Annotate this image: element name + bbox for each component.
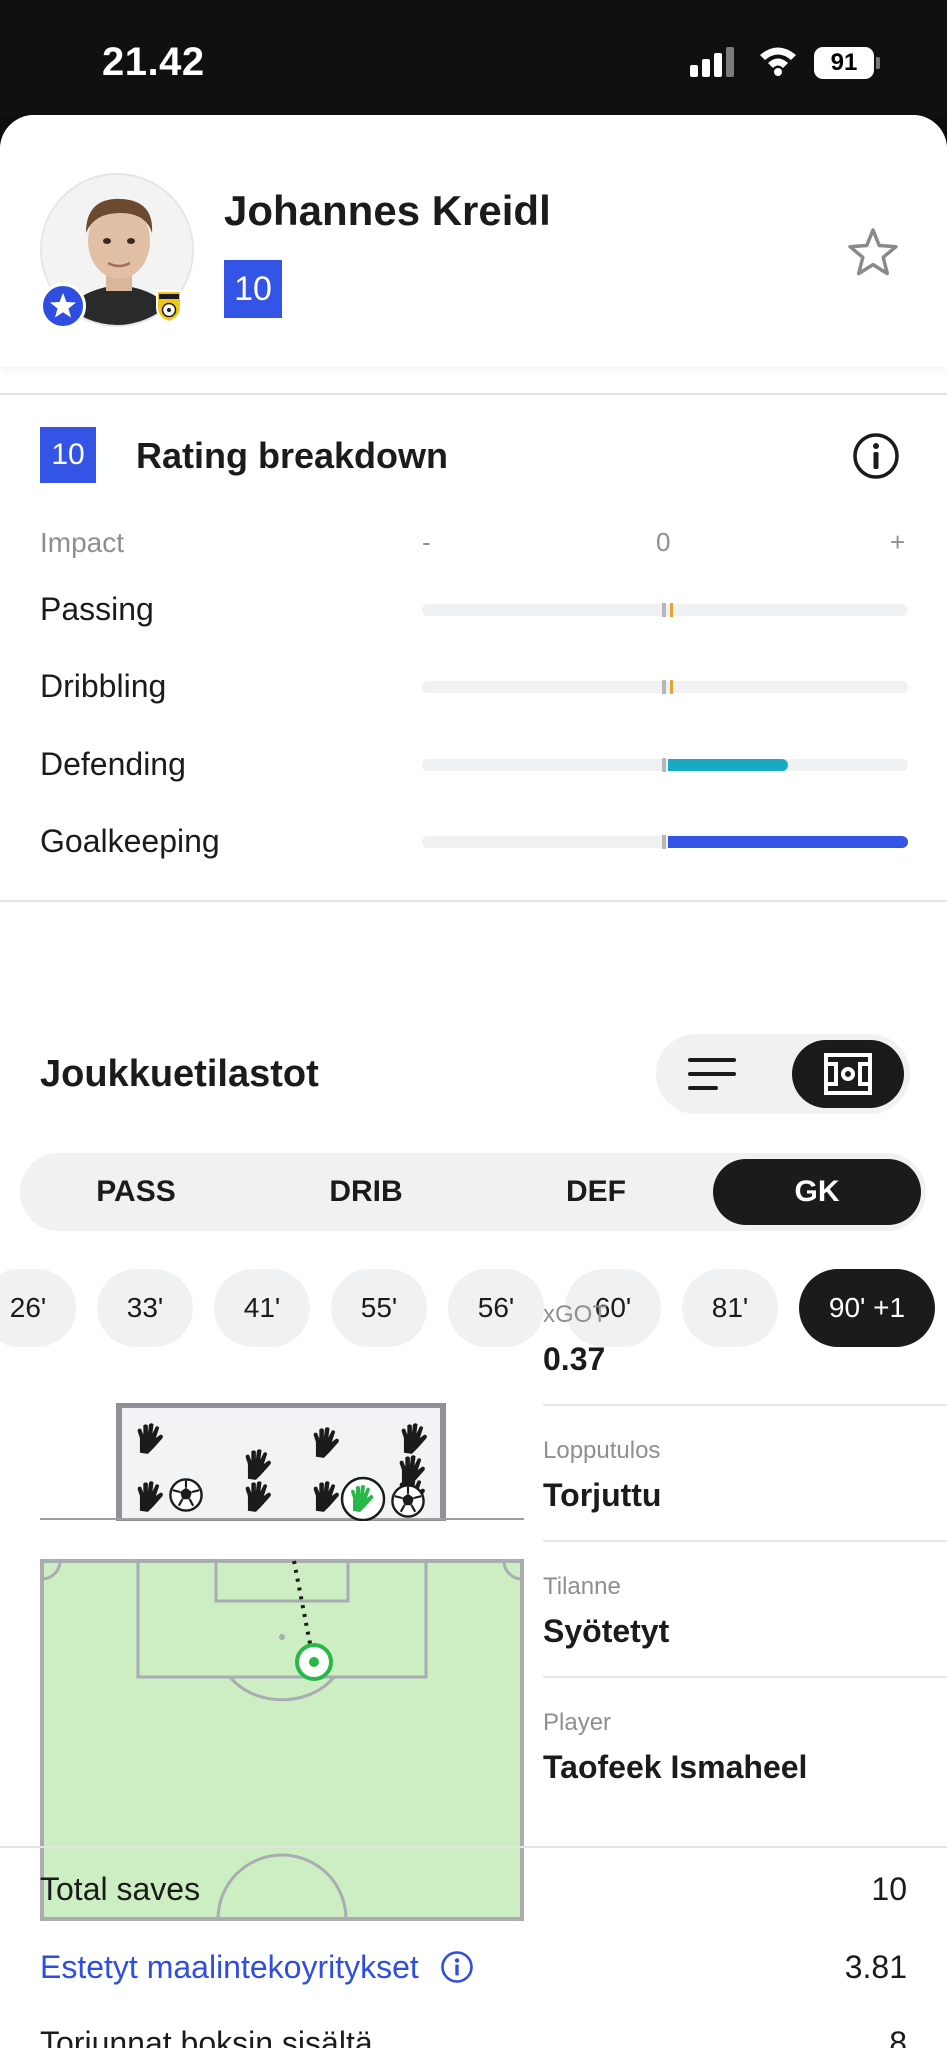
rating-row-label: Goalkeeping <box>40 823 220 859</box>
minute-pill[interactable]: 41' <box>214 1269 310 1347</box>
rating-bar-passing <box>422 603 908 617</box>
status-bar: 21.42 91 <box>0 0 947 118</box>
shot-player-label: Player <box>543 1709 612 1736</box>
result-label: Lopputulos <box>543 1437 661 1464</box>
tab-pass[interactable]: PASS <box>34 1159 238 1225</box>
minute-pill[interactable]: 33' <box>97 1269 193 1347</box>
rating-bar-tick <box>670 680 673 694</box>
signal-icon <box>690 47 736 77</box>
prevented-goals-label: Estetyt maalintekoyritykset <box>40 1949 419 1985</box>
impact-scale-minus: - <box>422 527 431 557</box>
goal-shot-map <box>40 1403 524 1521</box>
situation-value: Syötetyt <box>543 1613 670 1649</box>
total-saves-value: 10 <box>871 1871 907 1907</box>
stat-tabs: PASS DRIB DEF GK <box>20 1153 926 1231</box>
team-stats-title: Joukkuetilastot <box>40 1053 319 1095</box>
impact-scale-zero: 0 <box>656 527 671 557</box>
minute-pill[interactable]: 55' <box>331 1269 427 1347</box>
rating-bar-fill <box>668 836 908 848</box>
tab-def[interactable]: DEF <box>494 1159 698 1225</box>
minute-pill-active[interactable]: 90' +1 <box>799 1269 935 1347</box>
rating-bar-defending <box>422 758 908 772</box>
divider <box>0 1846 947 1848</box>
rating-bar-dribbling <box>422 680 908 694</box>
ball-icon <box>391 1484 425 1518</box>
info-icon[interactable] <box>852 432 900 480</box>
tab-drib[interactable]: DRIB <box>264 1159 468 1225</box>
ball-icon <box>169 1478 203 1512</box>
divider <box>0 900 947 902</box>
status-time: 21.42 <box>102 40 205 84</box>
battery-level: 91 <box>814 47 874 79</box>
rating-bar-goalkeeping <box>422 835 908 849</box>
impact-label: Impact <box>40 527 125 558</box>
favorite-player-badge-icon <box>40 283 86 329</box>
situation-label: Tilanne <box>543 1573 621 1600</box>
shot-location-pitch <box>40 1559 524 1921</box>
total-saves-label: Total saves <box>40 1871 201 1907</box>
shot-player-value: Taofeek Ismaheel <box>543 1749 808 1785</box>
rating-bar-fill <box>668 759 788 771</box>
rating-breakdown-title: Rating breakdown <box>136 435 449 476</box>
rating-row-label: Defending <box>40 746 186 782</box>
player-name: Johannes Kreidl <box>224 187 551 234</box>
rating-breakdown-badge: 10 <box>40 427 96 483</box>
pitch-icon <box>824 1053 872 1095</box>
rating-row-label: Passing <box>40 591 154 627</box>
minute-pill[interactable]: 56' <box>448 1269 544 1347</box>
follow-star-icon[interactable] <box>845 225 901 281</box>
saves-inside-box-label: Torjunnat boksin sisältä <box>40 2025 373 2048</box>
prevented-goals-link[interactable]: Estetyt maalintekoyritykset <box>40 1949 474 1986</box>
player-header: Johannes Kreidl 10 <box>0 115 947 367</box>
impact-scale-plus: + <box>890 527 906 557</box>
minute-pill[interactable]: 26' <box>0 1269 76 1347</box>
list-view-icon[interactable] <box>688 1054 740 1094</box>
pitch-view-button[interactable] <box>792 1040 904 1108</box>
rating-bar-tick <box>670 603 673 617</box>
tab-gk[interactable]: GK <box>713 1159 921 1225</box>
divider <box>0 393 947 395</box>
result-value: Torjuttu <box>543 1477 662 1513</box>
divider <box>543 1540 947 1542</box>
rating-row-label: Dribbling <box>40 668 167 704</box>
divider <box>543 1676 947 1678</box>
view-toggle <box>656 1034 910 1114</box>
wifi-icon <box>760 47 796 76</box>
player-rating-badge: 10 <box>224 260 282 318</box>
prevented-goals-value: 3.81 <box>844 1949 907 1985</box>
xgot-label: xGOT <box>543 1301 607 1328</box>
xgot-value: 0.37 <box>543 1341 606 1377</box>
player-sheet: Johannes Kreidl 10 10 Rating breakdown I… <box>0 115 947 2048</box>
info-icon[interactable] <box>440 1950 474 1984</box>
divider <box>543 1404 947 1406</box>
club-logo-icon <box>154 287 184 324</box>
battery-icon: 91 <box>814 47 880 79</box>
saves-inside-box-value: 8 <box>889 2025 907 2048</box>
minute-pill[interactable]: 81' <box>682 1269 778 1347</box>
